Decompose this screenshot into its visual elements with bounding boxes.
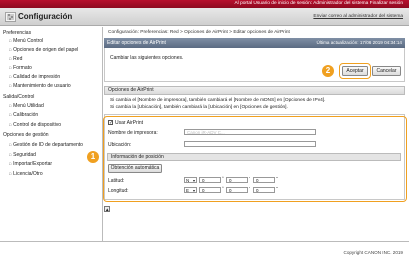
- copyright-text: Copyright CANON INC. 2019: [343, 250, 404, 255]
- longitude-seconds-input[interactable]: 0: [253, 187, 275, 193]
- latitude-minutes-input[interactable]: 0: [226, 177, 248, 183]
- apply-message: Cambiar las siguientes opciones.: [110, 55, 184, 61]
- step-badge-1: 1: [87, 151, 99, 163]
- second-symbol: ": [276, 176, 278, 181]
- sidebar-item-department-id[interactable]: Gestión de ID de departamento: [9, 142, 83, 148]
- sidebar-group-management: Opciones de gestión: [3, 132, 49, 138]
- sidebar: Preferencias Menú Control Opciones de or…: [0, 27, 103, 241]
- sidebar-item-user-maintenance[interactable]: Mantenimiento de usuario: [9, 83, 71, 89]
- auto-get-position-button[interactable]: Obtención automática: [108, 164, 162, 173]
- sidebar-group-output-control: Salida/Control: [3, 94, 35, 100]
- latitude-direction-select[interactable]: N: [184, 177, 197, 183]
- sidebar-item-license-other[interactable]: Licencia/Otro: [9, 171, 42, 177]
- sidebar-item-format[interactable]: Formato: [9, 65, 32, 71]
- longitude-minutes-input[interactable]: 0: [226, 187, 248, 193]
- sidebar-item-import-export[interactable]: Importar/Exportar: [9, 161, 52, 167]
- panel-title-bar: Editar opciones de AirPrint Última actua…: [104, 38, 405, 48]
- footer-divider: [0, 241, 409, 242]
- cancel-button[interactable]: Cancelar: [372, 66, 401, 76]
- printer-name-input[interactable]: Canon iR-ADV C...: [184, 129, 316, 135]
- longitude-degrees-input[interactable]: 0: [199, 187, 221, 193]
- minute-symbol: ': [249, 176, 250, 181]
- degree-symbol: °: [222, 176, 224, 181]
- sidebar-item-security[interactable]: Seguridad: [9, 152, 36, 158]
- send-admin-email-link[interactable]: Enviar correo al administrador del siste…: [313, 13, 403, 21]
- page-title: Configuración: [18, 12, 73, 21]
- sidebar-item-utility-menu[interactable]: Menú Utilidad: [9, 103, 44, 109]
- location-label: Ubicación:: [108, 142, 132, 148]
- location-info: Si cambia la [Ubicación], también cambia…: [110, 105, 288, 110]
- minute-symbol: ': [249, 186, 250, 191]
- longitude-direction-select[interactable]: E: [184, 187, 197, 193]
- last-update-text: Última actualización: 17/06 2019 04:34:1…: [316, 40, 402, 45]
- position-info-header: Información de posición: [107, 153, 401, 161]
- longitude-label: Longitud:: [108, 188, 129, 194]
- printer-name-info: Si cambia el [Nombre de impresora], tamb…: [110, 98, 326, 103]
- second-symbol: ": [276, 186, 278, 191]
- sidebar-item-paper-source[interactable]: Opciones de origen del papel: [9, 47, 78, 53]
- top-bar: Al portal Usuario de inicio de sesión: A…: [0, 0, 409, 8]
- settings-icon: [5, 12, 16, 22]
- latitude-label: Latitud:: [108, 178, 125, 184]
- latitude-degrees-input[interactable]: 0: [199, 177, 221, 183]
- breadcrumb: Configuración: Preferencias: Red > Opcio…: [108, 30, 290, 35]
- latitude-seconds-input[interactable]: 0: [253, 177, 275, 183]
- sidebar-item-control-menu[interactable]: Menú Control: [9, 38, 43, 44]
- sidebar-group-preferences: Preferencias: [3, 30, 32, 36]
- sidebar-item-print-quality[interactable]: Calidad de impresión: [9, 74, 60, 80]
- degree-symbol: °: [222, 186, 224, 191]
- location-input[interactable]: [184, 141, 316, 147]
- sidebar-item-network[interactable]: Red: [9, 56, 22, 62]
- airprint-section-header: Opciones de AirPrint: [104, 86, 405, 95]
- panel-title: Editar opciones de AirPrint: [107, 40, 166, 46]
- page-top-icon[interactable]: ▲: [104, 206, 110, 212]
- use-airprint-label: Usar AirPrint: [115, 120, 144, 126]
- header: Configuración Enviar correo al administr…: [0, 8, 409, 26]
- printer-name-label: Nombre de impresora:: [108, 130, 158, 136]
- sidebar-item-calibration[interactable]: Calibración: [9, 112, 38, 118]
- use-airprint-checkbox[interactable]: ✓: [108, 120, 113, 126]
- ok-button[interactable]: Aceptar: [342, 66, 368, 76]
- sidebar-item-device-control[interactable]: Control de dispositivo: [9, 122, 61, 128]
- step-badge-2: 2: [322, 65, 334, 77]
